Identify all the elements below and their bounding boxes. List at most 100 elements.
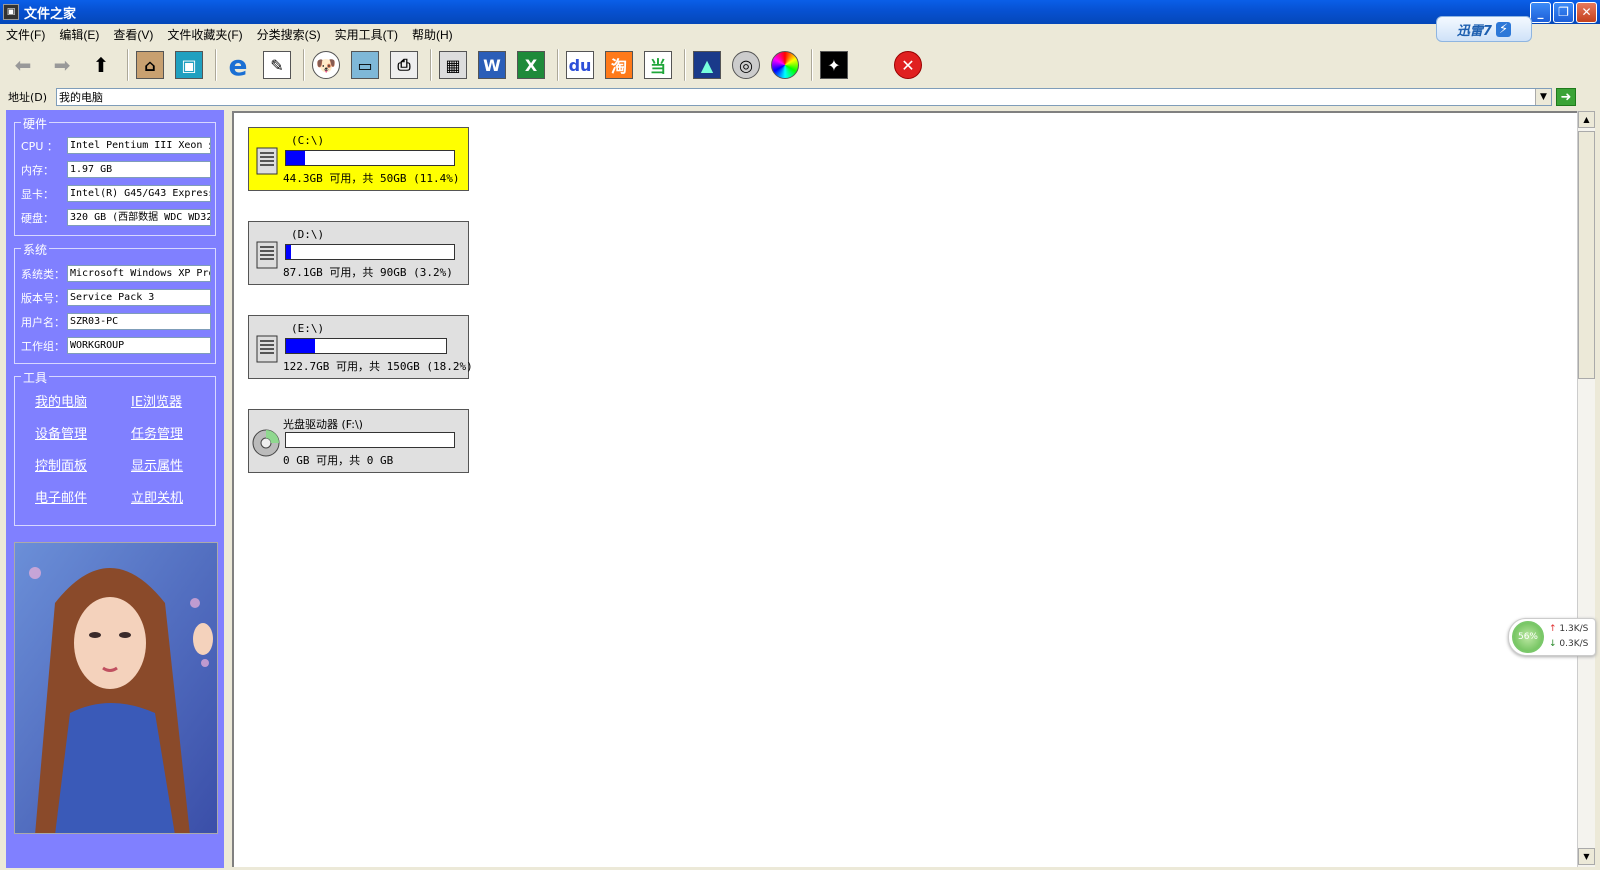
version-field[interactable]: Service Pack 3 — [67, 289, 211, 306]
graphics-row: 显卡： Intel(R) G45/G43 Express Chipset — [21, 185, 211, 202]
system-group: 系统 系统类： Microsoft Windows XP Professiona… — [14, 241, 216, 364]
left-panel: 硬件 CPU ： Intel Pentium III Xeon 处理器 内存： … — [6, 110, 224, 868]
drive-e-usage-fill — [286, 339, 316, 353]
link-display-properties[interactable]: 显示属性 — [131, 455, 183, 474]
menu-bar: 文件(F) 编辑(E) 查看(V) 文件收藏夹(F) 分类搜索(S) 实用工具(… — [0, 24, 1600, 44]
cd-icon[interactable]: ◎ — [729, 48, 763, 82]
search-dog-icon[interactable]: 🐶 — [309, 48, 343, 82]
scroll-up-icon[interactable]: ▲ — [1578, 111, 1595, 128]
menu-edit[interactable]: 编辑(E) — [59, 26, 99, 43]
window-controls: _ ❐ ✕ — [1530, 2, 1597, 23]
my-computer-icon[interactable]: ▣ — [172, 48, 206, 82]
menu-file[interactable]: 文件(F) — [6, 26, 45, 43]
screen-icon[interactable]: ✦ — [817, 48, 851, 82]
tools-title: 工具 — [21, 369, 50, 386]
drive-d-info: 87.1GB 可用，共 90GB (3.2%) — [283, 266, 453, 279]
hardware-group: 硬件 CPU ： Intel Pentium III Xeon 处理器 内存： … — [14, 115, 216, 236]
drive-c[interactable]: (C:\) 44.3GB 可用，共 50GB (11.4%) — [248, 127, 469, 191]
dangdang-icon[interactable]: 当 — [641, 48, 675, 82]
notepad-icon[interactable]: ✎ — [260, 48, 294, 82]
cpu-field[interactable]: Intel Pentium III Xeon 处理器 — [67, 137, 211, 154]
up-arrow-icon[interactable]: ⬆ — [84, 48, 118, 82]
memory-field[interactable]: 1.97 GB — [67, 161, 211, 178]
graphics-field[interactable]: Intel(R) G45/G43 Express Chipset — [67, 185, 211, 202]
username-field[interactable]: SZR03-PC — [67, 313, 211, 330]
link-device-manager[interactable]: 设备管理 — [35, 423, 87, 442]
menu-help[interactable]: 帮助(H) — [412, 26, 453, 43]
back-arrow-icon[interactable]: ⬅ — [6, 48, 40, 82]
download-speed-value: 0.3K/S — [1559, 639, 1589, 649]
hardware-title: 硬件 — [21, 115, 50, 132]
color-wheel-icon[interactable] — [768, 48, 802, 82]
chevron-down-icon[interactable]: ▼ — [1535, 89, 1551, 105]
os-field[interactable]: Microsoft Windows XP Professional — [67, 265, 211, 282]
workgroup-row: 工作组： WORKGROUP — [21, 337, 211, 354]
link-shutdown[interactable]: 立即关机 — [131, 487, 183, 506]
ie-browser-icon[interactable]: e — [221, 48, 255, 82]
menu-tools[interactable]: 实用工具(T) — [335, 26, 398, 43]
workgroup-label: 工作组： — [21, 339, 65, 353]
portrait-image — [14, 542, 218, 834]
exit-icon[interactable]: ✕ — [891, 48, 925, 82]
app-icon: ▣ — [3, 4, 19, 20]
printer-icon[interactable]: ⎙ — [387, 48, 421, 82]
restore-button[interactable]: ❐ — [1553, 2, 1574, 23]
close-button[interactable]: ✕ — [1576, 2, 1597, 23]
drive-f[interactable]: 光盘驱动器 (F:\) 0 GB 可用，共 0 GB — [248, 409, 469, 473]
scroll-thumb[interactable] — [1578, 131, 1595, 379]
disk-label: 硬盘： — [21, 211, 54, 225]
upload-speed: ↑ 1.3K/S — [1549, 624, 1588, 634]
workgroup-field[interactable]: WORKGROUP — [67, 337, 211, 354]
toolbar-separator — [557, 49, 559, 81]
toolbar-separator — [127, 49, 129, 81]
network-speed-widget[interactable]: 56% ↑ 1.3K/S ↓ 0.3K/S — [1508, 618, 1596, 656]
link-control-panel[interactable]: 控制面板 — [35, 455, 87, 474]
graphics-label: 显卡： — [21, 187, 54, 201]
download-speed: ↓ 0.3K/S — [1549, 639, 1588, 649]
drive-f-info: 0 GB 可用，共 0 GB — [283, 454, 394, 467]
link-ie-browser[interactable]: IE浏览器 — [131, 391, 182, 410]
forward-arrow-icon[interactable]: ➡ — [45, 48, 79, 82]
calculator-icon[interactable]: ▦ — [436, 48, 470, 82]
username-row: 用户名： SZR03-PC — [21, 313, 211, 330]
drive-c-usage-bar — [285, 150, 455, 166]
link-task-manager[interactable]: 任务管理 — [131, 423, 183, 442]
drive-e-usage-bar — [285, 338, 447, 354]
disk-field[interactable]: 320 GB (西部数据 WDC WD3200AAJS) — [67, 209, 211, 226]
word-icon[interactable]: W — [475, 48, 509, 82]
lightning-icon: ⚡ — [1495, 21, 1512, 37]
address-label: 地址(D) — [8, 91, 48, 104]
xunlei-floating-button[interactable]: 迅雷7 ⚡ — [1436, 16, 1532, 42]
home-icon[interactable]: ⌂ — [133, 48, 167, 82]
cpu-percent-badge: 56% — [1512, 621, 1544, 653]
link-my-computer[interactable]: 我的电脑 — [35, 391, 87, 410]
excel-icon[interactable]: X — [514, 48, 548, 82]
drive-e-name: (E:\) — [291, 322, 325, 335]
scroll-down-icon[interactable]: ▼ — [1578, 848, 1595, 865]
drive-e[interactable]: (E:\) 122.7GB 可用，共 150GB (18.2%) — [248, 315, 473, 379]
toolbar-separator — [811, 49, 813, 81]
xunlei-label: 迅雷7 — [1456, 23, 1492, 39]
taobao-icon[interactable]: 淘 — [602, 48, 636, 82]
minimize-button[interactable]: _ — [1530, 2, 1551, 23]
folder-icon[interactable]: ▭ — [348, 48, 382, 82]
cpu-label: CPU ： — [21, 139, 58, 153]
baidu-icon[interactable]: du — [563, 48, 597, 82]
version-row: 版本号： Service Pack 3 — [21, 289, 211, 306]
display-icon[interactable]: ▲ — [690, 48, 724, 82]
go-arrow-icon[interactable]: ➜ — [1556, 88, 1576, 106]
system-title: 系统 — [21, 241, 50, 258]
drives-pane: (C:\) 44.3GB 可用，共 50GB (11.4%) (D:\) 87.… — [232, 111, 1577, 867]
toolbar: ⬅ ➡ ⬆ ⌂ ▣ e ✎ 🐶 ▭ ⎙ ▦ W X du 淘 当 ▲ ◎ ✦ ✕ — [0, 44, 1600, 86]
vertical-scrollbar[interactable]: ▲ ▼ — [1577, 111, 1595, 867]
menu-search[interactable]: 分类搜索(S) — [257, 26, 321, 43]
link-email[interactable]: 电子邮件 — [35, 487, 87, 506]
drive-f-name: 光盘驱动器 (F:\) — [283, 418, 363, 431]
drive-d[interactable]: (D:\) 87.1GB 可用，共 90GB (3.2%) — [248, 221, 469, 285]
toolbar-separator — [215, 49, 217, 81]
toolbar-separator — [684, 49, 686, 81]
address-input[interactable]: 我的电脑 ▼ — [56, 88, 1552, 106]
menu-favorites[interactable]: 文件收藏夹(F) — [167, 26, 242, 43]
menu-view[interactable]: 查看(V) — [113, 26, 153, 43]
version-label: 版本号： — [21, 291, 65, 305]
